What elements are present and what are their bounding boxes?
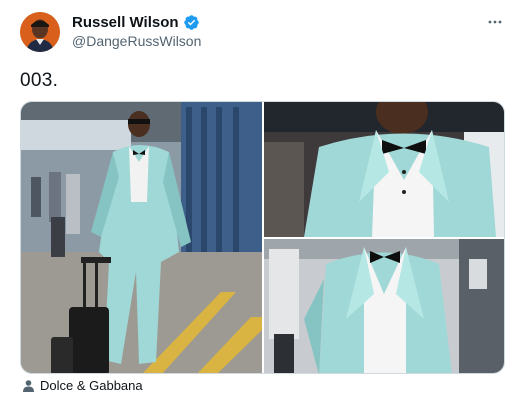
tagged-user-label[interactable]: Dolce & Gabbana xyxy=(40,378,143,393)
person-icon xyxy=(22,379,35,392)
media-grid xyxy=(20,101,505,374)
photo-torso[interactable] xyxy=(264,239,504,373)
author-name-row: Russell Wilson xyxy=(72,14,200,31)
author-handle[interactable]: @DangeRussWilson xyxy=(72,33,201,49)
avatar-image xyxy=(20,12,60,52)
author-display-name[interactable]: Russell Wilson xyxy=(72,14,179,31)
tweet-text: 003. xyxy=(20,70,59,91)
tagged-users[interactable]: Dolce & Gabbana xyxy=(22,378,143,393)
verified-badge-icon xyxy=(183,14,200,31)
tweet-card: Russell Wilson @DangeRussWilson 003. Dol… xyxy=(0,0,517,400)
more-options-icon[interactable] xyxy=(487,14,503,30)
photo-full-body[interactable] xyxy=(21,102,262,373)
avatar[interactable] xyxy=(20,12,60,52)
photo-close-up[interactable] xyxy=(264,102,504,237)
